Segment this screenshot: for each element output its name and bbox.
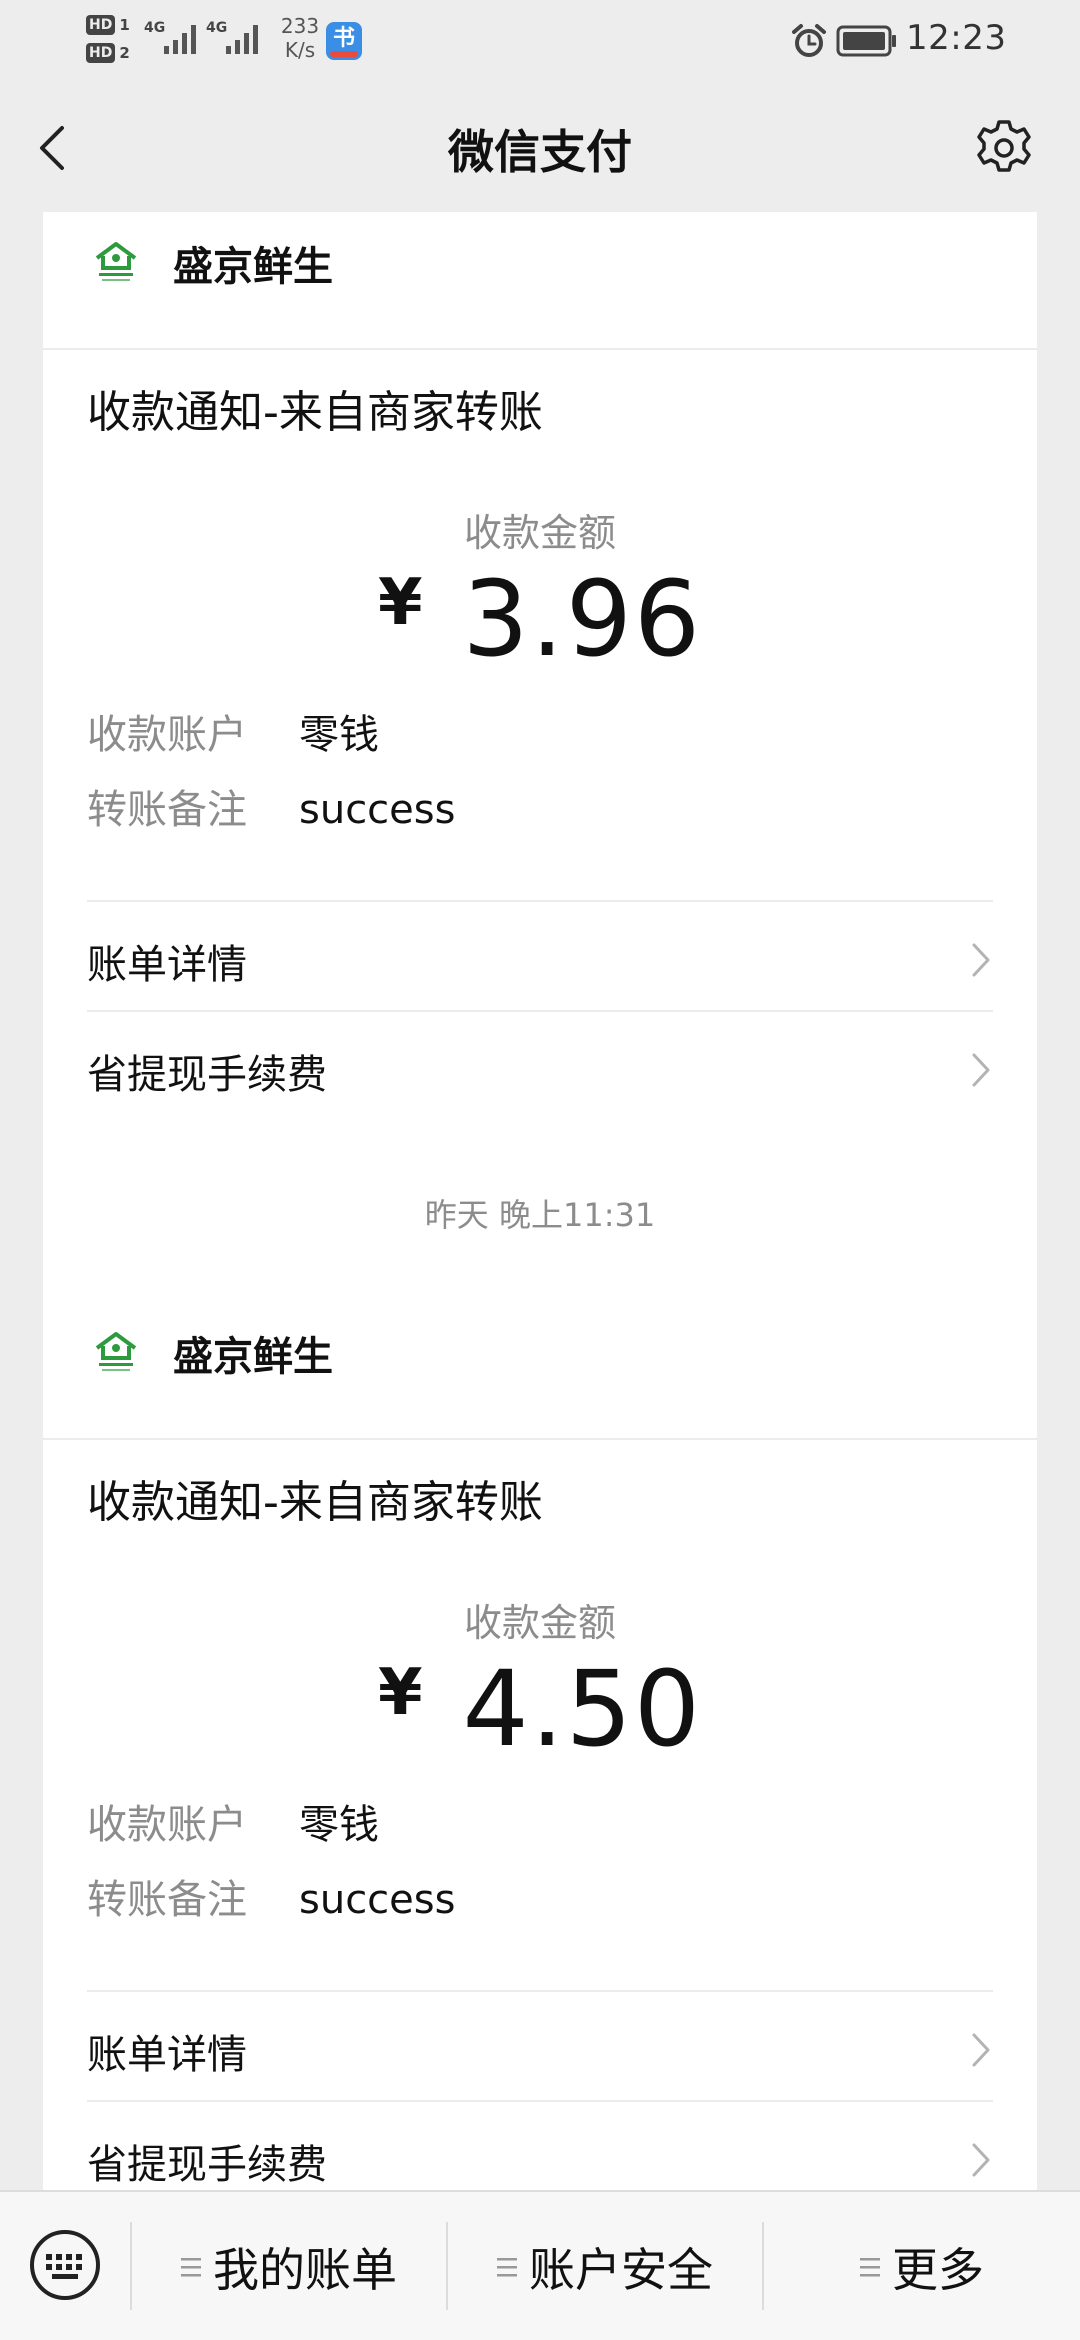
save-withdraw-fee-row[interactable]: 省提现手续费 [87,2100,993,2190]
network-speed: 233 K/s [280,14,320,62]
nav-bar: 微信支付 [0,82,1080,212]
battery-icon [836,25,896,57]
menu-lines-icon [860,2258,880,2277]
keyboard-icon[interactable] [28,2228,102,2302]
sim2-signal-icon: 4G [206,16,266,60]
merchant-name: 盛京鲜生 [173,1334,333,1380]
chevron-right-icon [972,2033,990,2067]
signal-bars-icon [226,25,258,54]
amount-value: 4.50 [462,1648,703,1770]
account-value: 零钱 [299,1802,379,1848]
account-value: 零钱 [299,712,379,758]
message-timestamp: 昨天 晚上11:31 [424,1196,656,1234]
remark-value: success [299,1877,456,1923]
payment-notice-card: 盛京鲜生 收款通知-来自商家转账 收款金额 ¥4.50 收款账户 零钱 转账备注 s… [43,1262,1037,2190]
page-title: 微信支付 [448,125,632,179]
bill-details-row[interactable]: 账单详情 [87,1990,993,2100]
remark-value: success [299,787,456,833]
status-bar: HD 1 HD 2 4G 4G 233 K/s 书 12:23 [0,0,1080,82]
payment-notice-card: 盛京鲜生 收款通知-来自商家转账 收款金额 ¥3.96 收款账户 零钱 转账备注 s… [43,212,1037,1344]
account-row: 收款账户 零钱 [87,702,379,758]
amount-value: 3.96 [462,558,703,680]
menu-lines-icon [181,2258,201,2277]
amount-label: 收款金额 [463,1601,616,1645]
remark-row: 转账备注 success [87,1867,455,1923]
remark-label: 转账备注 [87,787,247,833]
my-bills-tab[interactable]: 我的账单 [132,2192,446,2340]
save-withdraw-fee-row[interactable]: 省提现手续费 [87,1010,993,1120]
amount-label: 收款金额 [463,511,616,555]
merchant-name: 盛京鲜生 [173,244,333,290]
currency-symbol: ¥ [377,566,423,640]
merchant-logo-icon [95,242,137,281]
amount-display: ¥3.96 [43,558,1037,680]
bottom-menu-bar: 我的账单 账户安全 更多 [0,2190,1080,2340]
more-tab[interactable]: 更多 [764,2192,1080,2340]
account-label: 收款账户 [87,712,247,758]
merchant-logo-icon [95,1332,137,1371]
account-label: 收款账户 [87,1802,247,1848]
hd2-indicator: HD 2 [86,42,138,64]
chevron-right-icon [972,1053,990,1087]
app-notification-icon: 书 [326,22,362,60]
merchant-header[interactable]: 盛京鲜生 [43,1262,1037,1440]
menu-lines-icon [497,2258,517,2277]
chevron-right-icon [972,2143,990,2177]
sim1-signal-icon: 4G [144,16,204,60]
amount-display: ¥4.50 [43,1648,1037,1770]
remark-row: 转账备注 success [87,777,455,833]
hd1-indicator: HD 1 [86,14,138,36]
alarm-icon [792,24,826,57]
clock: 12:23 [906,18,1007,58]
gear-icon[interactable] [972,116,1036,180]
hd-indicators: HD 1 HD 2 [86,14,138,70]
bill-details-row[interactable]: 账单详情 [87,900,993,1010]
chevron-right-icon [972,943,990,977]
account-row: 收款账户 零钱 [87,1792,379,1848]
notice-title: 收款通知-来自商家转账 [87,1477,543,1528]
remark-label: 转账备注 [87,1877,247,1923]
merchant-header[interactable]: 盛京鲜生 [43,212,1037,350]
account-security-tab[interactable]: 账户安全 [448,2192,762,2340]
message-list[interactable]: 盛京鲜生 收款通知-来自商家转账 收款金额 ¥3.96 收款账户 零钱 转账备注 s… [0,212,1080,2190]
notice-title: 收款通知-来自商家转账 [87,387,543,438]
signal-bars-icon [164,25,196,54]
currency-symbol: ¥ [377,1656,423,1730]
